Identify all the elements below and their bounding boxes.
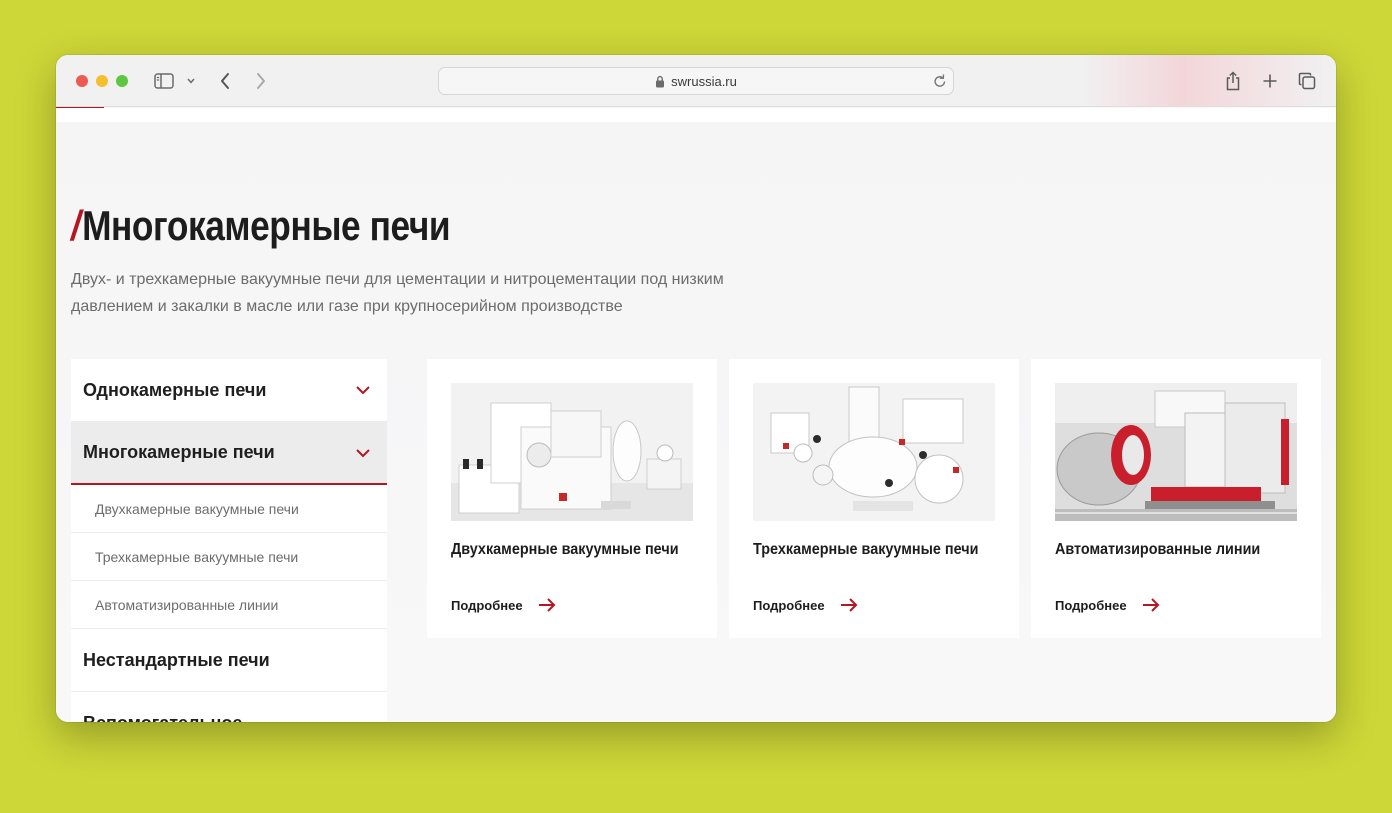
- reload-icon[interactable]: [933, 73, 947, 89]
- forward-icon[interactable]: [252, 69, 270, 93]
- chevron-down-icon: [355, 385, 371, 395]
- more-link[interactable]: Подробнее: [451, 597, 557, 613]
- title-slash: /: [71, 202, 81, 249]
- close-window-button[interactable]: [76, 75, 88, 87]
- tabs-icon[interactable]: [1297, 69, 1317, 93]
- sidebar-item-multi-chamber[interactable]: Многокамерные печи: [71, 422, 387, 485]
- site-header-strip: [56, 108, 1336, 122]
- chevron-down-icon[interactable]: [184, 69, 198, 93]
- more-link[interactable]: Подробнее: [753, 597, 859, 613]
- sidebar-item-label: Нестандартные печи: [83, 649, 270, 670]
- minimize-window-button[interactable]: [96, 75, 108, 87]
- more-link[interactable]: Подробнее: [1055, 597, 1161, 613]
- browser-window: swrussia.ru /Многокамерные печи Двух- и …: [56, 55, 1336, 722]
- address-bar[interactable]: swrussia.ru: [438, 67, 954, 95]
- sidebar-item-label: Многокамерные печи: [83, 442, 275, 462]
- sidebar-item-custom[interactable]: Нестандартные печи: [71, 629, 387, 692]
- product-image: [753, 383, 995, 521]
- share-icon[interactable]: [1223, 69, 1243, 93]
- zoom-window-button[interactable]: [116, 75, 128, 87]
- product-card[interactable]: Автоматизированные линии Подробнее: [1031, 359, 1321, 638]
- sidebar-subitem-automated-lines[interactable]: Автоматизированные линии: [71, 581, 387, 629]
- product-title[interactable]: Двухкамерные вакуумные печи: [451, 541, 679, 559]
- plus-icon[interactable]: [1260, 69, 1280, 93]
- arrow-right-icon: [839, 597, 859, 613]
- sidebar-item-auxiliary[interactable]: Вспомогательное: [71, 692, 387, 723]
- more-link-label: Подробнее: [451, 597, 523, 613]
- more-link-label: Подробнее: [753, 597, 825, 613]
- lock-icon: [655, 75, 665, 88]
- arrow-right-icon: [537, 597, 557, 613]
- product-image: [451, 383, 693, 521]
- product-title[interactable]: Трехкамерные вакуумные печи: [753, 541, 978, 559]
- browser-toolbar: swrussia.ru: [56, 55, 1336, 107]
- more-link-label: Подробнее: [1055, 597, 1127, 613]
- sidebar-toggle-icon[interactable]: [153, 69, 175, 93]
- category-sidebar: Однокамерные печи Многокамерные печи Дву…: [71, 359, 387, 722]
- chevron-down-icon: [355, 448, 371, 458]
- product-title[interactable]: Автоматизированные линии: [1055, 541, 1260, 559]
- sidebar-item-single-chamber[interactable]: Однокамерные печи: [71, 359, 387, 422]
- product-card[interactable]: Двухкамерные вакуумные печи Подробнее: [427, 359, 717, 638]
- arrow-right-icon: [1141, 597, 1161, 613]
- sidebar-item-label: Однокамерные печи: [83, 379, 267, 400]
- page-title: /Многокамерные печи: [71, 202, 451, 250]
- back-icon[interactable]: [216, 69, 234, 93]
- url-text: swrussia.ru: [671, 73, 737, 89]
- product-image: [1055, 383, 1297, 521]
- page-content: /Многокамерные печи Двух- и трехкамерные…: [56, 122, 1336, 722]
- sidebar-subitem-two-chamber[interactable]: Двухкамерные вакуумные печи: [71, 485, 387, 533]
- sidebar-item-label: Вспомогательное: [83, 713, 242, 723]
- page-title-text: Многокамерные печи: [82, 202, 451, 249]
- sidebar-subitem-three-chamber[interactable]: Трехкамерные вакуумные печи: [71, 533, 387, 581]
- page-subtitle: Двух- и трехкамерные вакуумные печи для …: [71, 271, 724, 315]
- product-card[interactable]: Трехкамерные вакуумные печи Подробнее: [729, 359, 1019, 638]
